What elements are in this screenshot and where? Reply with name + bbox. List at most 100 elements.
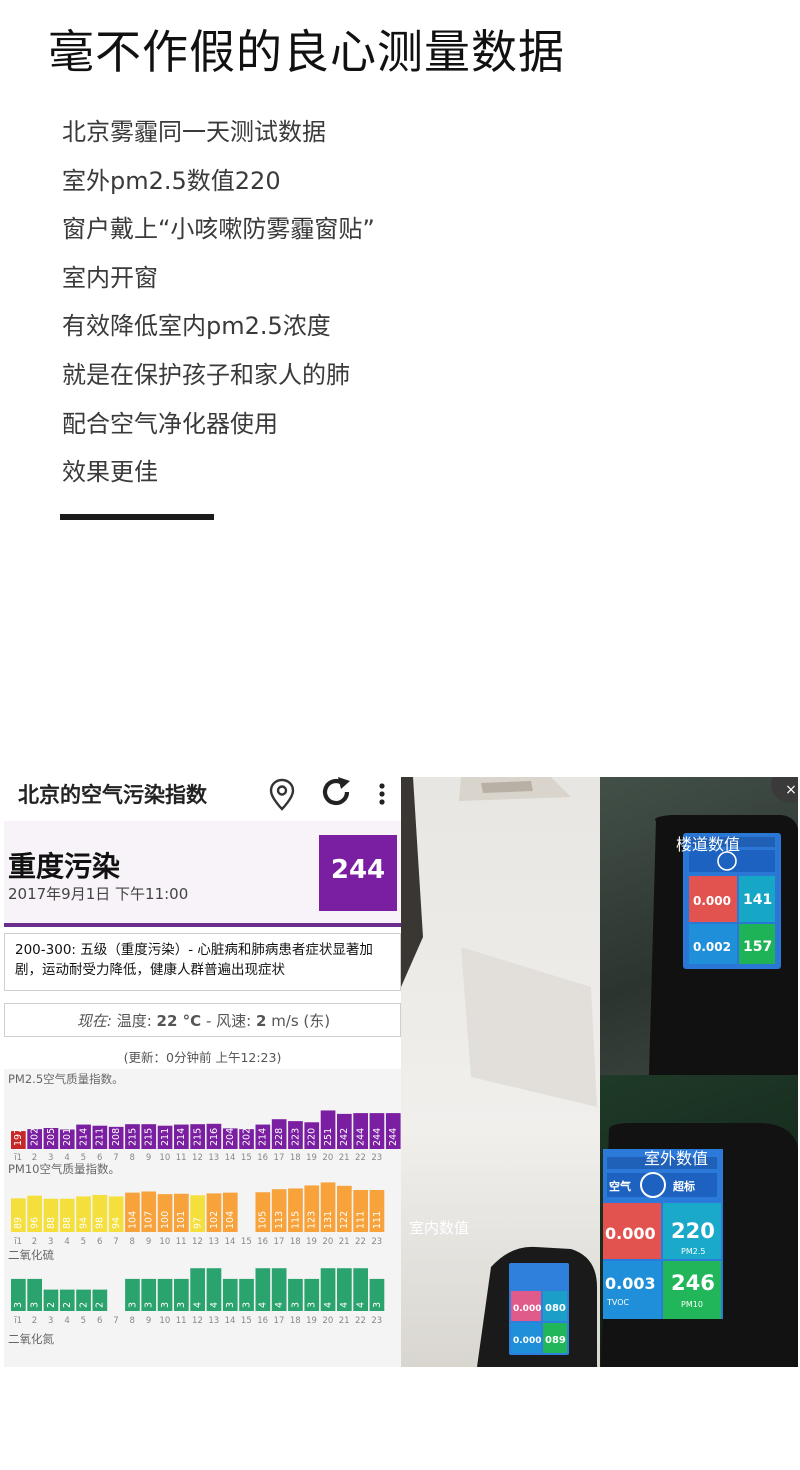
location-pin-icon[interactable]: [266, 777, 298, 811]
x-tick-label: ĩ1: [13, 1316, 22, 1326]
x-tick-label: 8: [130, 1237, 135, 1247]
x-tick-label: ĩ1: [13, 1237, 22, 1247]
updated-time: (更新：0分钟前 上午12:23): [123, 1050, 282, 1065]
x-tick-label: 2: [32, 1316, 37, 1326]
bar-value-label: 202: [29, 1128, 40, 1146]
x-tick-label: 19: [306, 1237, 317, 1247]
refresh-icon[interactable]: [320, 777, 354, 807]
bar-value-label: 122: [339, 1211, 350, 1229]
chart-title: 二氧化硫: [8, 1248, 54, 1262]
x-tick-label: 5: [81, 1237, 86, 1247]
bar-value-label: 4: [323, 1302, 334, 1308]
x-tick-label: 22: [355, 1153, 366, 1163]
bar-value-label: 204: [225, 1128, 236, 1146]
bar-value-label: 94: [78, 1217, 89, 1229]
feature-line: 窗户戴上“小咳嗽防雾霾窗贴”: [62, 215, 375, 244]
x-tick-label: 3: [48, 1237, 53, 1247]
x-tick-label: 6: [97, 1237, 102, 1247]
x-tick-label: 20: [322, 1316, 333, 1326]
x-tick-label: 10: [159, 1316, 170, 1326]
outdoor-pm25-value: 220: [671, 1219, 715, 1243]
feature-line: 效果更佳: [62, 458, 158, 487]
bar-value-label: 228: [274, 1128, 285, 1146]
bar-value-label: 3: [13, 1302, 24, 1308]
bar-value-label: 97: [192, 1217, 203, 1229]
hourly-bar-charts: PM2.5空气质量指数。197 202 205 201 214 211 208 215 215 2…: [8, 1072, 401, 1346]
bar-value-label: 102: [209, 1211, 220, 1229]
outdoor-label: 室外数值: [644, 1149, 709, 1168]
stairwell-pm25-value: 141: [743, 892, 772, 908]
x-tick-label: 22: [355, 1316, 366, 1326]
feature-line: 室内开窗: [62, 263, 158, 292]
weather-box: 现在: 温度: 22 °C - 风速: 2 m/s (东): [4, 1003, 401, 1037]
x-tick-label: 8: [130, 1316, 135, 1326]
bar-value-label: 131: [323, 1211, 334, 1229]
meter-devices: 0.000 141 0.002 157 空气 超标 0.000 220 PM2.…: [401, 777, 798, 1367]
bar-value-label: 3: [290, 1302, 301, 1308]
x-tick-label: 13: [208, 1316, 219, 1326]
bar-value-label: 96: [29, 1217, 40, 1229]
indoor-label: 室内数值: [409, 1219, 470, 1237]
reading-date: 2017年9月1日 下午11:00: [8, 885, 189, 903]
indoor-tvoc-value: 0.000: [513, 1336, 541, 1346]
pollution-level-name: 重度污染: [8, 850, 121, 883]
x-tick-label: 20: [322, 1153, 333, 1163]
x-tick-label: 23: [371, 1316, 382, 1326]
bar-value-label: 2: [78, 1302, 89, 1308]
feature-line: 有效降低室内pm2.5浓度: [62, 312, 331, 341]
bar-value-label: 216: [209, 1128, 220, 1146]
outdoor-tvoc-unit: TVOC: [606, 1298, 630, 1307]
accent-divider: [60, 514, 214, 520]
bar-value-label: 223: [290, 1128, 301, 1146]
bar-value-label: 4: [339, 1302, 350, 1308]
bar-value-label: 4: [274, 1302, 285, 1308]
bar-value-label: 211: [95, 1128, 106, 1146]
bar-value-label: 115: [290, 1211, 301, 1229]
x-tick-label: 7: [113, 1316, 118, 1326]
bar-value-label: 4: [192, 1302, 203, 1308]
x-tick-label: 10: [159, 1153, 170, 1163]
x-tick-label: 16: [257, 1316, 268, 1326]
x-tick-label: 5: [81, 1316, 86, 1326]
bar-value-label: 244: [388, 1128, 399, 1146]
weather-wind-label: - 风速:: [205, 1012, 252, 1030]
x-tick-label: 18: [290, 1237, 301, 1247]
bar-value-label: 88: [62, 1217, 73, 1229]
bar-value-label: 104: [127, 1211, 138, 1229]
bar-value-label: 4: [209, 1302, 220, 1308]
x-tick-label: 15: [241, 1316, 252, 1326]
air-quality-app-screenshot: 北京的空气污染指数 重度污染 2017年9月1日 下午11:00 244 200…: [4, 777, 401, 1367]
x-tick-label: 15: [241, 1153, 252, 1163]
outdoor-pm25-unit: PM2.5: [681, 1247, 705, 1256]
x-tick-label: 21: [339, 1316, 350, 1326]
x-tick-label: 7: [113, 1237, 118, 1247]
feature-line: 北京雾霾同一天测试数据: [62, 118, 326, 146]
x-tick-label: 4: [64, 1237, 69, 1247]
bar-value-label: 2: [62, 1302, 73, 1308]
outdoor-status-label: 超标: [672, 1179, 695, 1193]
x-tick-label: 17: [274, 1153, 285, 1163]
bar-value-label: 214: [176, 1128, 187, 1146]
weather-temp-label: 温度:: [116, 1012, 152, 1030]
x-tick-label: 12: [192, 1316, 203, 1326]
bar-value-label: 215: [192, 1128, 203, 1146]
bar-value-label: 105: [258, 1211, 269, 1229]
bar-value-label: 100: [160, 1211, 171, 1229]
stairwell-hcho-value: 0.000: [693, 894, 731, 908]
bar-value-label: 113: [274, 1211, 285, 1229]
x-tick-label: 8: [130, 1153, 135, 1163]
feature-line: 室外pm2.5数值220: [62, 166, 281, 195]
bar-value-label: 220: [307, 1128, 318, 1146]
bar-value-label: 111: [372, 1211, 383, 1229]
x-tick-label: 6: [97, 1316, 102, 1326]
bar-value-label: 94: [111, 1217, 122, 1229]
bar-value-label: 104: [225, 1211, 236, 1229]
bar-value-label: 88: [46, 1217, 57, 1229]
weather-wind-unit: m/s (东): [271, 1012, 331, 1030]
aqi-badge: 244: [319, 835, 397, 911]
bar-value-label: 89: [13, 1217, 24, 1229]
x-tick-label: 11: [176, 1153, 187, 1163]
more-options-icon[interactable]: [376, 783, 388, 807]
feature-line: 就是在保护孩子和家人的肺: [62, 360, 350, 389]
bar-value-label: 2: [46, 1302, 57, 1308]
